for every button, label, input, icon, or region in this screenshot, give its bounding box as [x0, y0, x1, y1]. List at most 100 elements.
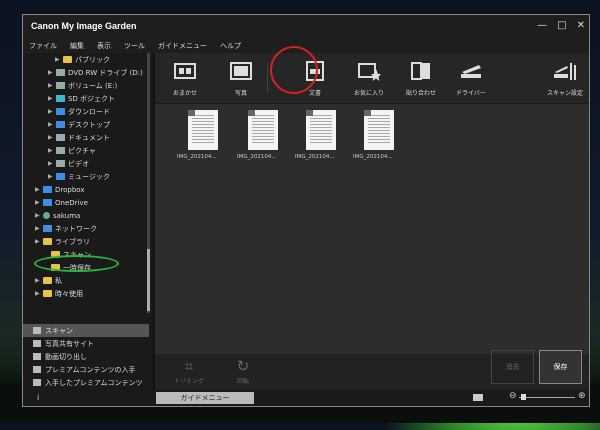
tree-item-downloads[interactable]: ▶ ダウンロード: [48, 105, 110, 118]
menu-guide[interactable]: ガイドメニュー: [158, 39, 207, 53]
tree-label: ビデオ: [68, 159, 89, 168]
minimize-button[interactable]: —: [537, 20, 547, 31]
close-button[interactable]: ✕: [577, 20, 585, 31]
tree-item-volume[interactable]: ▶ ボリューム (E:): [48, 79, 117, 92]
tree-label: ミュージック: [68, 172, 110, 181]
pictures-icon: [56, 147, 65, 154]
documents-icon: [56, 134, 65, 141]
tree-item-public[interactable]: ▶ パブリック: [55, 53, 110, 66]
rotate-button[interactable]: ↻ 回転: [223, 356, 263, 385]
menu-item-downloaded-premium[interactable]: 入手したプレミアムコンテンツ: [23, 376, 149, 389]
dvd-drive-icon: [56, 69, 65, 76]
tree-item-user[interactable]: ▶ sakuma: [35, 209, 80, 222]
tree-label: sakuma: [53, 211, 81, 220]
expand-arrow-icon[interactable]: ▶: [35, 199, 43, 206]
expand-arrow-icon[interactable]: ▶: [55, 56, 63, 63]
network-icon: [43, 225, 52, 232]
menu-item-photo-share[interactable]: 写真共有サイト: [23, 337, 149, 350]
tree-item-videos[interactable]: ▶ ビデオ: [48, 157, 89, 170]
tree-item-private[interactable]: ▶ 私: [35, 274, 62, 287]
tree-label: デスクトップ: [68, 120, 110, 129]
document-thumbnail: [306, 110, 336, 150]
expand-arrow-icon[interactable]: ▶: [48, 134, 56, 141]
onedrive-icon: [43, 199, 52, 206]
auto-scan-button[interactable]: おまかせ: [163, 55, 207, 99]
tree-item-music[interactable]: ▶ ミュージック: [48, 170, 110, 183]
maximize-button[interactable]: □: [557, 20, 566, 31]
menu-edit[interactable]: 編集: [70, 39, 84, 53]
scan-settings-icon: [554, 63, 576, 80]
tree-item-sometimes[interactable]: ▶ 時々使用: [35, 287, 83, 300]
menu-tools[interactable]: ツール: [124, 39, 145, 53]
document-thumbnail: [248, 110, 278, 150]
function-menu: スキャン 写真共有サイト 動画切り出し プレミアムコンテンツの入手 入手したプレ…: [23, 324, 149, 389]
menu-item-scan[interactable]: スキャン: [23, 324, 149, 337]
auto-scan-icon: [174, 63, 196, 79]
file-type-icon: [364, 110, 371, 116]
view-mode-icon[interactable]: [473, 394, 483, 401]
menu-view[interactable]: 表示: [97, 39, 111, 53]
tree-item-documents[interactable]: ▶ ドキュメント: [48, 131, 110, 144]
info-icon[interactable]: i: [37, 393, 39, 402]
tree-label: ドキュメント: [68, 133, 110, 142]
tree-label: ボリューム (E:): [68, 81, 118, 90]
expand-arrow-icon[interactable]: ▶: [48, 173, 56, 180]
scan-settings-button[interactable]: スキャン設定: [543, 55, 587, 99]
expand-arrow-icon[interactable]: ▶: [48, 95, 56, 102]
expand-arrow-icon[interactable]: ▶: [48, 147, 56, 154]
crop-button[interactable]: ⌗ トリミング: [169, 356, 209, 385]
premium-content-icon: [33, 366, 41, 373]
favorites-scan-button[interactable]: お気に入り: [347, 55, 391, 99]
menu-help[interactable]: ヘルプ: [220, 39, 241, 53]
tree-item-dropbox[interactable]: ▶ Dropbox: [35, 183, 85, 196]
sidebar: ▶ パブリック ▶ DVD RW ドライブ (D:) ▶ ボリューム (E:) ▶ SD…: [23, 53, 153, 390]
tree-item-onedrive[interactable]: ▶ OneDrive: [35, 196, 88, 209]
expand-arrow-icon[interactable]: ▶: [48, 121, 56, 128]
photo-scan-button[interactable]: 写真: [219, 55, 263, 99]
expand-arrow-icon[interactable]: ▶: [35, 186, 43, 193]
menu-file[interactable]: ファイル: [29, 39, 57, 53]
expand-arrow-icon[interactable]: ▶: [35, 290, 43, 297]
tree-item-dvd[interactable]: ▶ DVD RW ドライブ (D:): [48, 66, 143, 79]
expand-arrow-icon[interactable]: ▶: [48, 108, 56, 115]
zoom-in-icon[interactable]: ⊕: [578, 391, 586, 401]
window-title: Canon My Image Garden: [31, 21, 137, 31]
save-button[interactable]: 保存: [539, 350, 582, 384]
3d-objects-icon: [56, 95, 65, 102]
folder-icon: [43, 277, 52, 284]
tree-item-pictures[interactable]: ▶ ピクチャ: [48, 144, 96, 157]
zoom-slider-thumb[interactable]: [521, 394, 526, 400]
driver-icon: [461, 65, 481, 78]
folder-icon: [63, 56, 72, 63]
library-icon: [43, 238, 52, 245]
guide-menu-button[interactable]: ガイドメニュー: [156, 392, 254, 404]
cancel-button[interactable]: 消去: [491, 350, 534, 384]
stitch-icon: [411, 62, 430, 80]
dropbox-icon: [43, 186, 52, 193]
expand-arrow-icon[interactable]: ▶: [48, 69, 56, 76]
tree-item-library[interactable]: ▶ ライブラリ: [35, 235, 90, 248]
stitch-button[interactable]: 貼り合わせ: [399, 55, 443, 99]
driver-button[interactable]: ドライバー: [449, 55, 493, 99]
drive-icon: [56, 82, 65, 89]
expand-arrow-icon[interactable]: ▶: [48, 160, 56, 167]
zoom-slider[interactable]: [519, 397, 575, 398]
menu-item-premium[interactable]: プレミアムコンテンツの入手: [23, 363, 149, 376]
tree-scrollbar-thumb[interactable]: [147, 249, 150, 311]
tree-label: ネットワーク: [55, 224, 97, 233]
expand-arrow-icon[interactable]: ▶: [35, 238, 43, 245]
thumbnail-item[interactable]: IMG_202104...: [353, 110, 423, 160]
zoom-out-icon[interactable]: ⊖: [509, 391, 517, 401]
photo-share-icon: [33, 340, 41, 347]
tree-item-3d[interactable]: ▶ SD ボジェクト: [48, 92, 115, 105]
tree-label: パブリック: [75, 55, 110, 64]
expand-arrow-icon[interactable]: ▶: [35, 277, 43, 284]
expand-arrow-icon[interactable]: ▶: [35, 225, 43, 232]
expand-arrow-icon[interactable]: ▶: [48, 82, 56, 89]
tree-item-network[interactable]: ▶ ネットワーク: [35, 222, 97, 235]
status-bar: i ガイドメニュー ⊖ ⊕: [23, 390, 589, 406]
tree-item-desktop[interactable]: ▶ デスクトップ: [48, 118, 110, 131]
menu-item-video-cut[interactable]: 動画切り出し: [23, 350, 149, 363]
expand-arrow-icon[interactable]: ▶: [35, 212, 43, 219]
photo-scan-icon: [230, 62, 252, 80]
